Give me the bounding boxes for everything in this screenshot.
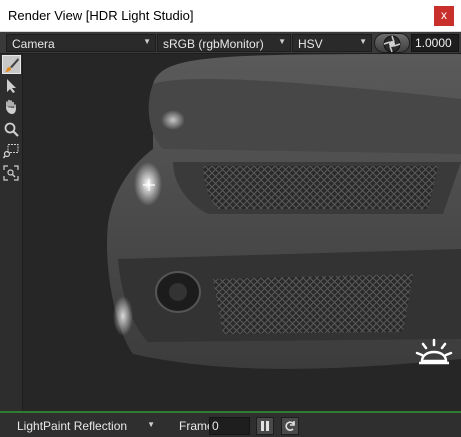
color-model-dropdown[interactable]: HSV ▼ <box>292 34 372 52</box>
pan-tool-button[interactable] <box>2 98 21 117</box>
paint-brush-icon <box>5 58 19 72</box>
exposure-value-input[interactable] <box>411 34 459 52</box>
hand-icon <box>6 99 16 114</box>
title-bar: Render View [HDR Light Studio] x <box>0 0 461 32</box>
zoom-region-icon <box>3 144 19 159</box>
window-title: Render View [HDR Light Studio] <box>8 8 194 23</box>
light-bulb-icon <box>415 338 453 365</box>
chevron-down-icon: ▼ <box>143 37 151 46</box>
exposure-button[interactable] <box>374 33 410 53</box>
render-toolbar: Camera ▼ sRGB (rgbMonitor) ▼ HSV ▼ <box>0 32 461 54</box>
refresh-icon <box>285 421 295 431</box>
color-space-dropdown-value: sRGB (rgbMonitor) <box>163 37 264 51</box>
chevron-down-icon: ▼ <box>147 420 155 429</box>
chevron-down-icon: ▼ <box>278 37 286 46</box>
frame-input[interactable] <box>209 417 250 435</box>
tool-sidebar <box>0 54 23 411</box>
render-image <box>23 54 461 411</box>
zoom-region-tool-button[interactable] <box>2 142 21 161</box>
pause-button[interactable] <box>256 417 274 435</box>
aperture-icon <box>383 35 401 53</box>
zoom-tool-button[interactable] <box>2 120 21 139</box>
refresh-button[interactable] <box>281 417 299 435</box>
light-preview-button[interactable] <box>414 335 454 375</box>
lightpaint-mode-value: LightPaint Reflection <box>17 419 128 433</box>
zoom-icon <box>4 122 19 137</box>
select-tool-button[interactable] <box>2 77 21 96</box>
close-button[interactable]: x <box>434 6 454 26</box>
zoom-fit-tool-button[interactable] <box>2 164 21 183</box>
lightpaint-mode-dropdown[interactable]: LightPaint Reflection ▼ <box>12 417 159 435</box>
select-arrow-icon <box>7 79 16 93</box>
pause-icon <box>261 421 269 431</box>
camera-dropdown-value: Camera <box>12 37 55 51</box>
chevron-down-icon: ▼ <box>359 37 367 46</box>
bottom-bar: LightPaint Reflection ▼ Frame <box>0 411 461 437</box>
color-space-dropdown[interactable]: sRGB (rgbMonitor) ▼ <box>157 34 291 52</box>
paint-tool-button[interactable] <box>2 55 21 74</box>
zoom-fit-icon <box>3 165 19 181</box>
render-viewport[interactable] <box>23 54 461 411</box>
color-model-dropdown-value: HSV <box>298 37 323 51</box>
camera-dropdown[interactable]: Camera ▼ <box>6 34 156 52</box>
